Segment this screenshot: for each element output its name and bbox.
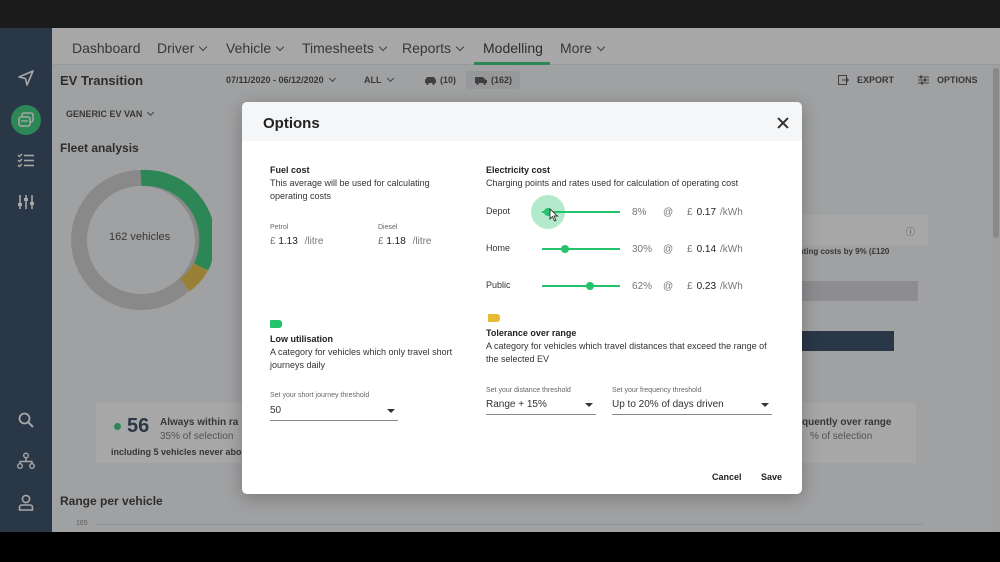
select-underline — [612, 414, 772, 415]
short-journey-threshold-select[interactable]: 50 — [270, 405, 398, 421]
depot-rate-value: 0.17 — [696, 207, 717, 218]
diesel-label: Diesel — [378, 224, 398, 231]
distance-threshold-select[interactable]: Range + 15% — [486, 399, 596, 415]
diesel-cost-field[interactable]: £ 1.18 /litre — [378, 236, 432, 247]
currency-symbol: £ — [687, 244, 693, 255]
fuel-cost-desc-2: operating costs — [270, 191, 332, 201]
frequency-threshold-select[interactable]: Up to 20% of days driven — [612, 399, 772, 415]
currency-symbol: £ — [270, 236, 276, 247]
home-rate-value: 0.14 — [696, 244, 717, 255]
tolerance-heading: Tolerance over range — [486, 328, 577, 338]
currency-symbol: £ — [687, 207, 693, 218]
letterbox-bottom — [0, 532, 1000, 562]
distance-threshold-label: Set your distance threshold — [486, 387, 571, 394]
low-utilisation-tag-icon — [270, 320, 282, 328]
depot-rate-label: Depot — [486, 206, 511, 216]
home-slider-thumb[interactable] — [561, 245, 570, 253]
public-rate-label: Public — [486, 280, 511, 290]
public-percentage: 62% — [632, 281, 653, 292]
mouse-cursor-icon — [549, 208, 559, 222]
home-rate-field[interactable]: £0.14/kWh — [687, 244, 743, 255]
public-rate-field[interactable]: £0.23/kWh — [687, 281, 743, 292]
tolerance-desc-1: A category for vehicles which travel dis… — [486, 341, 767, 351]
public-percentage-slider[interactable] — [542, 285, 620, 287]
home-percentage-slider[interactable] — [542, 248, 620, 250]
public-slider-thumb[interactable] — [586, 282, 595, 290]
distance-threshold-value: Range + 15% — [486, 399, 547, 410]
unit-label: /litre — [304, 236, 324, 247]
close-icon[interactable] — [776, 116, 790, 130]
depot-percentage: 8% — [632, 207, 647, 218]
low-utilisation-heading: Low utilisation — [270, 334, 333, 344]
electricity-cost-desc: Charging points and rates used for calcu… — [486, 178, 739, 188]
dropdown-arrow-icon — [761, 403, 769, 407]
select-underline — [270, 420, 398, 421]
unit-label: /kWh — [720, 207, 743, 218]
unit-label: /kWh — [720, 244, 743, 255]
cancel-button[interactable]: Cancel — [712, 472, 742, 482]
home-rate-label: Home — [486, 243, 511, 253]
tolerance-desc-2: the selected EV — [486, 354, 550, 364]
fuel-cost-heading: Fuel cost — [270, 165, 310, 175]
currency-symbol: £ — [687, 281, 693, 292]
short-journey-threshold-value: 50 — [270, 405, 282, 416]
at-symbol: @ — [663, 207, 674, 218]
dropdown-arrow-icon — [387, 409, 395, 413]
petrol-cost-field[interactable]: £ 1.13 /litre — [270, 236, 324, 247]
diesel-cost-value: 1.18 — [386, 236, 406, 247]
low-utilisation-desc-2: journeys daily — [270, 360, 326, 370]
petrol-cost-value: 1.13 — [278, 236, 298, 247]
short-journey-threshold-label: Set your short journey threshold — [270, 392, 370, 399]
electricity-cost-heading: Electricity cost — [486, 165, 551, 175]
dropdown-arrow-icon — [585, 403, 593, 407]
unit-label: /litre — [412, 236, 432, 247]
dialog-header: Options — [242, 102, 802, 141]
public-rate-value: 0.23 — [696, 281, 717, 292]
depot-rate-field[interactable]: £0.17/kWh — [687, 207, 743, 218]
at-symbol: @ — [663, 281, 674, 292]
dialog-title: Options — [263, 115, 320, 132]
save-button[interactable]: Save — [761, 472, 782, 482]
at-symbol: @ — [663, 244, 674, 255]
select-underline — [486, 414, 596, 415]
options-dialog: Options Fuel cost This average will be u… — [242, 102, 802, 494]
home-percentage: 30% — [632, 244, 653, 255]
fuel-cost-desc-1: This average will be used for calculatin… — [270, 178, 430, 188]
unit-label: /kWh — [720, 281, 743, 292]
petrol-label: Petrol — [270, 224, 289, 231]
currency-symbol: £ — [378, 236, 384, 247]
frequency-threshold-value: Up to 20% of days driven — [612, 399, 724, 410]
tolerance-tag-icon — [488, 314, 500, 322]
frequency-threshold-label: Set your frequency threshold — [612, 387, 702, 394]
low-utilisation-desc-1: A category for vehicles which only trave… — [270, 347, 453, 357]
